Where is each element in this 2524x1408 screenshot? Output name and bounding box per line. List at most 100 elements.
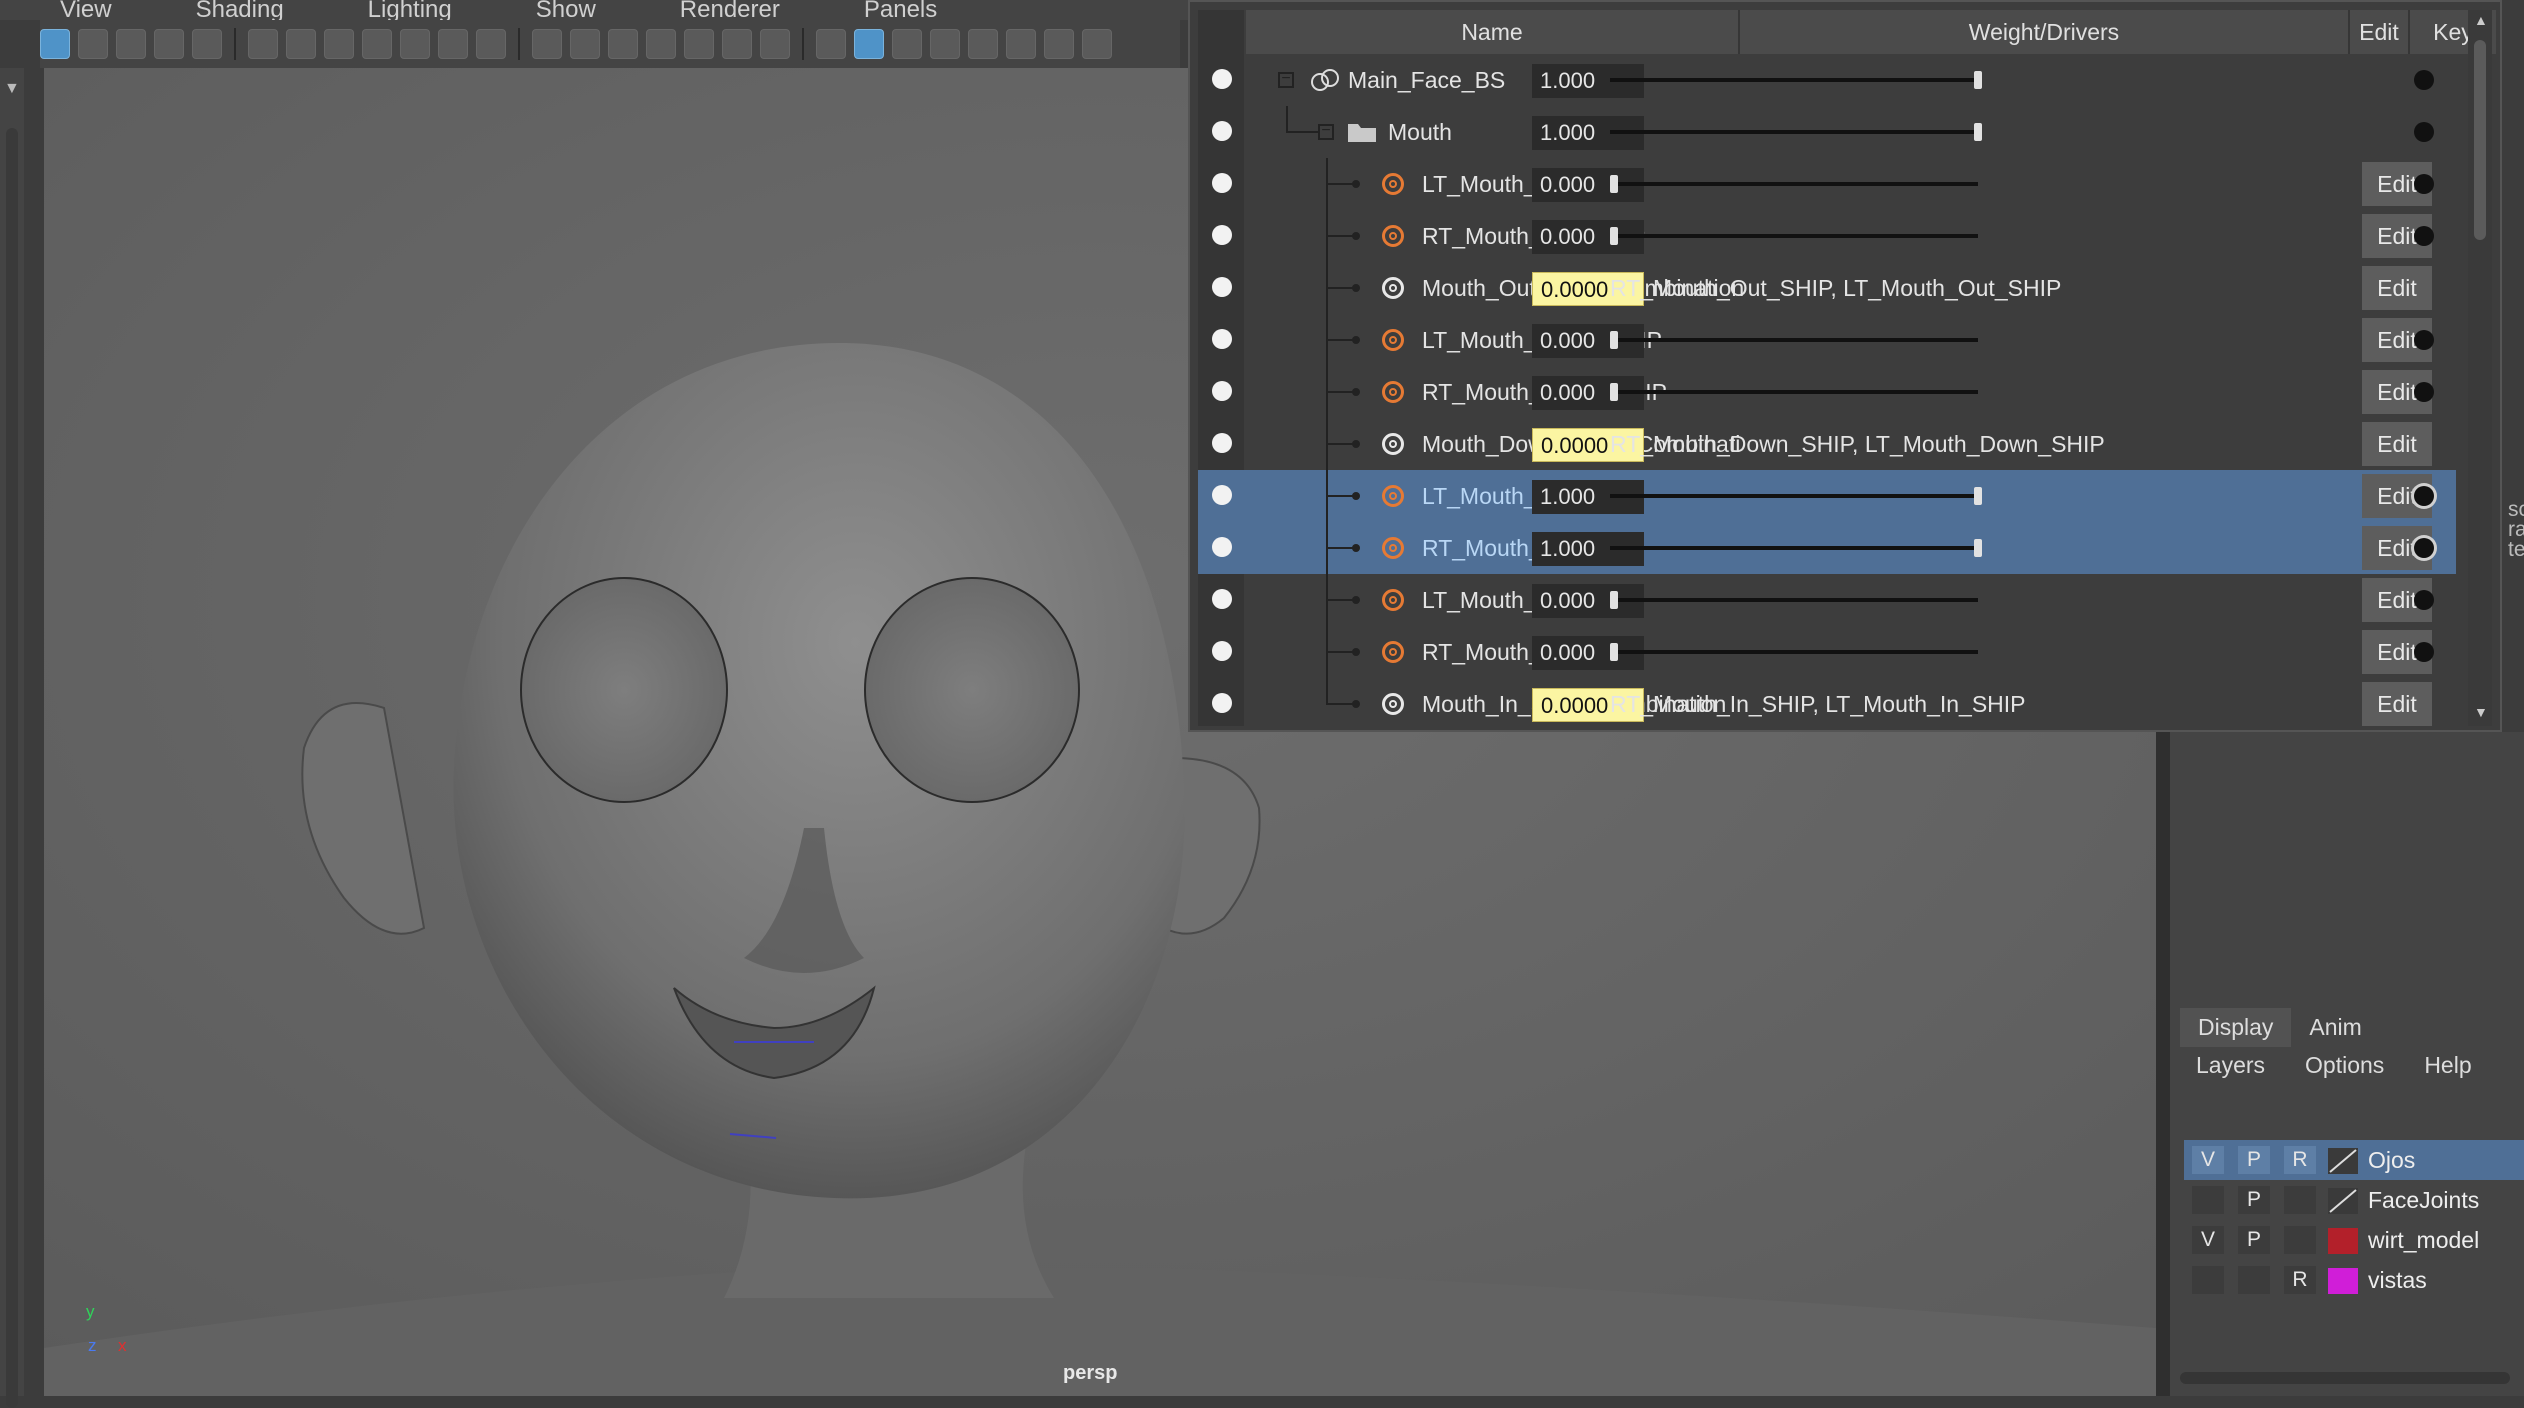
slider-handle[interactable] xyxy=(1974,487,1982,505)
column-header-weight[interactable]: Weight/Drivers xyxy=(1740,10,2350,54)
visibility-toggle[interactable] xyxy=(1212,277,1232,297)
key-icon[interactable] xyxy=(2414,122,2434,142)
shape-row[interactable]: Mouth_Out_SHIP_Combination0.0000RT_Mouth… xyxy=(1198,262,2456,314)
wireframe-icon[interactable] xyxy=(816,29,846,59)
wireframe-on-shaded-icon[interactable] xyxy=(930,29,960,59)
slider-handle[interactable] xyxy=(1610,643,1618,661)
shape-row[interactable]: − Main_Face_BS 1.000 xyxy=(1198,54,2456,106)
menu-shading[interactable]: Shading xyxy=(140,0,312,22)
layer-toggle-p[interactable]: P xyxy=(2238,1226,2270,1254)
menu-renderer[interactable]: Renderer xyxy=(624,0,808,22)
menu-help[interactable]: Help xyxy=(2424,1052,2471,1079)
shape-row[interactable]: LT_Mouth_Up_SHIP 1.000 Edit xyxy=(1198,470,2456,522)
default-material-icon[interactable] xyxy=(892,29,922,59)
tab-anim[interactable]: Anim xyxy=(2291,1008,2379,1047)
weight-slider[interactable] xyxy=(1610,338,1978,342)
layer-row[interactable]: P FaceJoints xyxy=(2184,1180,2524,1220)
menu-view[interactable]: View xyxy=(0,0,140,22)
field-chart-icon[interactable] xyxy=(684,29,714,59)
shape-row[interactable]: − Mouth 1.000 xyxy=(1198,106,2456,158)
layer-name[interactable]: FaceJoints xyxy=(2368,1180,2479,1220)
layer-toggle-v[interactable]: V xyxy=(2192,1146,2224,1174)
layer-color-swatch[interactable] xyxy=(2328,1148,2358,1174)
visibility-toggle[interactable] xyxy=(1212,121,1232,141)
film-gate-icon[interactable] xyxy=(570,29,600,59)
layer-color-swatch[interactable] xyxy=(2328,1228,2358,1254)
paint-icon[interactable] xyxy=(476,29,506,59)
visibility-toggle[interactable] xyxy=(1212,537,1232,557)
visibility-toggle[interactable] xyxy=(1212,485,1232,505)
visibility-toggle[interactable] xyxy=(1212,693,1232,713)
slider-handle[interactable] xyxy=(1610,383,1618,401)
layer-toggle-r[interactable]: R xyxy=(2284,1146,2316,1174)
visibility-toggle[interactable] xyxy=(1212,329,1232,349)
menu-show[interactable]: Show xyxy=(480,0,624,22)
shape-row[interactable]: LT_Mouth_Out_SHIP0.000Edit xyxy=(1198,158,2456,210)
camera-icon[interactable] xyxy=(248,29,278,59)
image-plane-icon[interactable] xyxy=(192,29,222,59)
shape-row[interactable]: Mouth_In_SHIP_Combination0.0000RT_Mouth_… xyxy=(1198,678,2456,730)
weight-slider[interactable] xyxy=(1610,494,1978,498)
grease-pencil-icon[interactable] xyxy=(400,29,430,59)
layer-toggle-r[interactable] xyxy=(2284,1186,2316,1214)
slider-handle[interactable] xyxy=(1974,539,1982,557)
layer-toggle-r[interactable]: R xyxy=(2284,1266,2316,1294)
key-icon[interactable] xyxy=(2414,330,2434,350)
safe-action-icon[interactable] xyxy=(722,29,752,59)
smooth-shade-icon[interactable] xyxy=(854,29,884,59)
key-icon[interactable] xyxy=(2414,174,2434,194)
collapse-icon[interactable]: − xyxy=(1278,71,1294,88)
key-icon[interactable] xyxy=(2414,590,2434,610)
scroll-down-icon[interactable]: ▼ xyxy=(2474,704,2488,720)
layer-color-swatch[interactable] xyxy=(2328,1268,2358,1294)
track-icon[interactable] xyxy=(324,29,354,59)
shape-row[interactable]: RT_Mouth_In_SHIP 0.000 Edit xyxy=(1198,626,2456,678)
lights-icon[interactable] xyxy=(1006,29,1036,59)
key-icon[interactable] xyxy=(2414,538,2434,558)
visibility-toggle[interactable] xyxy=(1212,225,1232,245)
layer-toggle-v[interactable] xyxy=(2192,1186,2224,1214)
weight-slider[interactable] xyxy=(1610,78,1978,82)
gate-mask-icon[interactable] xyxy=(646,29,676,59)
textured-icon[interactable] xyxy=(968,29,998,59)
layer-row[interactable]: Rvistas xyxy=(2184,1260,2524,1300)
visibility-toggle[interactable] xyxy=(1212,433,1232,453)
shadows-icon[interactable] xyxy=(1044,29,1074,59)
collapse-icon[interactable]: − xyxy=(1318,123,1334,140)
menu-layers[interactable]: Layers xyxy=(2196,1052,2265,1079)
shape-row[interactable]: RT_Mouth_Down_SHIP0.000Edit xyxy=(1198,366,2456,418)
key-icon[interactable] xyxy=(2414,226,2434,246)
slider-handle[interactable] xyxy=(1610,331,1618,349)
layer-toggle-v[interactable]: V xyxy=(2192,1226,2224,1254)
select-camera-icon[interactable] xyxy=(40,29,70,59)
shape-row[interactable]: LT_Mouth_Down_SHIP0.000Edit xyxy=(1198,314,2456,366)
left-scrollbar[interactable] xyxy=(6,128,18,1408)
slider-handle[interactable] xyxy=(1610,591,1618,609)
layer-row[interactable]: V P R Ojos xyxy=(2184,1140,2524,1180)
visibility-toggle[interactable] xyxy=(1212,173,1232,193)
grid-icon[interactable] xyxy=(532,29,562,59)
edit-button[interactable]: Edit xyxy=(2362,266,2432,310)
scroll-up-icon[interactable]: ▲ xyxy=(2474,12,2488,28)
edit-button[interactable]: Edit xyxy=(2362,682,2432,726)
weight-slider[interactable] xyxy=(1610,598,1978,602)
shape-row[interactable]: Mouth_Down_SHIP_Combinati0.0000RT_Mouth_… xyxy=(1198,418,2456,470)
weight-slider[interactable] xyxy=(1610,182,1978,186)
menu-panels[interactable]: Panels xyxy=(808,0,965,22)
weight-slider[interactable] xyxy=(1610,390,1978,394)
layer-toggle-p[interactable]: P xyxy=(2238,1186,2270,1214)
collapse-arrow-icon[interactable]: ▼ xyxy=(4,80,20,98)
slider-handle[interactable] xyxy=(1610,227,1618,245)
camera-attributes-icon[interactable] xyxy=(116,29,146,59)
visibility-toggle[interactable] xyxy=(1212,69,1232,89)
layer-toggle-p[interactable] xyxy=(2238,1266,2270,1294)
layer-name[interactable]: Ojos xyxy=(2368,1140,2415,1180)
column-header-edit[interactable]: Edit xyxy=(2350,10,2410,54)
shape-row[interactable]: RT_Mouth_Up_SHIP 1.000 Edit xyxy=(1198,522,2456,574)
key-icon[interactable] xyxy=(2414,642,2434,662)
ambient-occlusion-icon[interactable] xyxy=(1082,29,1112,59)
slider-handle[interactable] xyxy=(1974,123,1982,141)
resolution-gate-icon[interactable] xyxy=(608,29,638,59)
bookmark-icon[interactable] xyxy=(154,29,184,59)
weight-slider[interactable] xyxy=(1610,650,1978,654)
